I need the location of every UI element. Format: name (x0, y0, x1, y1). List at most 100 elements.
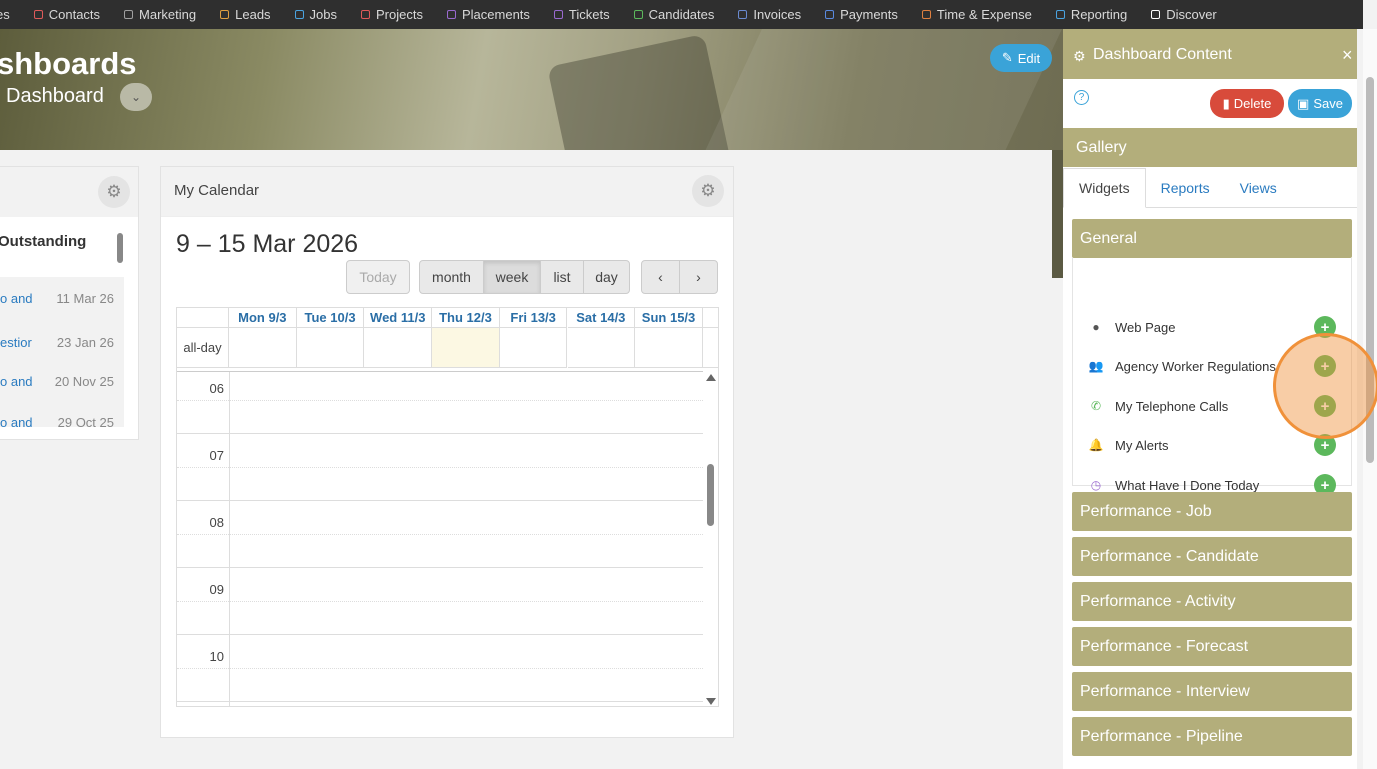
hour-row: 07 (177, 434, 703, 501)
chevron-down-icon: ⌄ (130, 90, 142, 104)
day-header[interactable]: Sun 15/3 (635, 308, 703, 328)
clock-icon: ◷ (1090, 478, 1102, 492)
half-hour-line (177, 467, 229, 468)
today-button[interactable]: Today (346, 260, 410, 294)
half-hour-line (229, 668, 703, 669)
week-view-button[interactable]: week (483, 260, 541, 294)
allday-cell[interactable] (635, 328, 703, 368)
widget-title: My Calendar (174, 182, 260, 199)
panel-header: ⚙ Dashboard Content × (1063, 29, 1357, 79)
gallery-section[interactable]: Performance - Activity (1072, 582, 1352, 621)
hour-label: 06 (209, 381, 224, 396)
day-header[interactable]: Fri 13/3 (499, 308, 568, 328)
scroll-thumb[interactable] (707, 464, 714, 526)
day-header[interactable]: Thu 12/3 (432, 308, 500, 328)
gallery-section[interactable]: Performance - Interview (1072, 672, 1352, 711)
nav-label: Invoices (753, 7, 802, 22)
list-item: o and 29 Oct 25 (0, 415, 124, 427)
allday-cell[interactable] (499, 328, 568, 368)
scroll-down-icon[interactable] (706, 698, 716, 705)
section-general[interactable]: General (1072, 219, 1352, 258)
widget-label: What Have I Done Today (1115, 477, 1260, 493)
widget-label: My Alerts (1115, 437, 1169, 453)
day-header[interactable]: Sat 14/3 (567, 308, 636, 328)
calendar-widget: My Calendar ⚙ 9 – 15 Mar 2026 Today mont… (160, 166, 734, 738)
nav-item[interactable]: es (0, 7, 10, 22)
nav-item[interactable]: Jobs (294, 7, 337, 22)
nav-icon (446, 10, 456, 19)
list-item: estior 23 Jan 26 (0, 335, 124, 350)
widget-header: My Calendar ⚙ (161, 167, 733, 217)
allday-cell[interactable] (364, 328, 433, 368)
hour-label: 08 (209, 515, 224, 530)
hero-edge (1052, 150, 1063, 278)
next-button[interactable]: › (679, 260, 718, 294)
gear-icon[interactable]: ⚙ (98, 176, 130, 208)
nav-item[interactable]: Projects (361, 7, 423, 22)
help-icon[interactable]: ? (1074, 90, 1089, 105)
click-highlight (1273, 333, 1377, 439)
gear-icon[interactable]: ⚙ (692, 175, 724, 207)
scroll-up-icon[interactable] (706, 374, 716, 381)
item-link[interactable]: o and (0, 374, 33, 389)
users-icon: 👥 (1088, 359, 1104, 373)
gallery-section[interactable]: Performance - Forecast (1072, 627, 1352, 666)
tab-views[interactable]: Views (1225, 168, 1292, 208)
item-link[interactable]: estior (0, 335, 32, 350)
save-button[interactable]: ▣ Save (1288, 89, 1352, 118)
day-header[interactable]: Wed 11/3 (364, 308, 433, 328)
delete-label: Delete (1233, 96, 1272, 111)
outstanding-widget: ⚙ Outstanding o and 11 Mar 26 estior 23 Jan… (0, 166, 139, 440)
day-header[interactable]: Tue 10/3 (296, 308, 365, 328)
half-hour-line (229, 534, 703, 535)
list-view-button[interactable]: list (540, 260, 584, 294)
item-link[interactable]: o and (0, 291, 33, 306)
nav-item[interactable]: Placements (446, 7, 530, 22)
day-header[interactable]: Mon 9/3 (229, 308, 297, 328)
half-hour-line (229, 400, 703, 401)
half-hour-line (177, 668, 229, 669)
gallery-section[interactable]: Performance - Pipeline (1072, 717, 1352, 756)
edit-button[interactable]: ✎ Edit (990, 44, 1052, 72)
calendar-range: 9 – 15 Mar 2026 (176, 230, 359, 258)
nav-item[interactable]: Payments (825, 7, 898, 22)
nav-item[interactable]: Leads (220, 7, 271, 22)
time-grid[interactable]: 06 07 08 09 10 (177, 371, 703, 706)
gallery-section[interactable]: Performance - Job (1072, 492, 1352, 531)
calendar-scrollbar[interactable] (703, 371, 718, 706)
day-view-button[interactable]: day (583, 260, 630, 294)
widget-scrollbar[interactable] (117, 233, 123, 263)
tab-reports[interactable]: Reports (1146, 168, 1225, 208)
nav-item[interactable]: Discover (1151, 7, 1217, 22)
nav-item[interactable]: Candidates (633, 7, 714, 22)
nav-label: Marketing (139, 7, 197, 22)
corner-cell (177, 308, 229, 328)
globe-icon: ● (1092, 320, 1100, 334)
allday-cell[interactable] (567, 328, 636, 368)
nav-item[interactable]: Time & Expense (921, 7, 1032, 22)
dashboard-dropdown-button[interactable]: ⌄ (120, 83, 152, 111)
nav-icon (921, 10, 931, 19)
allday-cell[interactable] (432, 328, 500, 368)
month-view-button[interactable]: month (419, 260, 484, 294)
page-title: shboards (0, 46, 137, 81)
prev-button[interactable]: ‹ (641, 260, 680, 294)
close-icon[interactable]: × (1342, 45, 1353, 66)
hour-label: 09 (209, 582, 224, 597)
nav-item[interactable]: Reporting (1055, 7, 1127, 22)
nav-icon (294, 10, 304, 19)
tab-widgets[interactable]: Widgets (1063, 168, 1146, 208)
nav-item[interactable]: Tickets (553, 7, 610, 22)
nav-item[interactable]: Invoices (738, 7, 801, 22)
delete-button[interactable]: ▮ Delete (1210, 89, 1284, 118)
item-link[interactable]: o and (0, 415, 33, 427)
widget-label: Web Page (1115, 319, 1176, 335)
week-grid: all-day 06 07 08 09 10 Mon 9/3 Tue 10/3 Wed 11… (176, 307, 719, 707)
nav-item[interactable]: Marketing (124, 7, 196, 22)
gallery-section[interactable]: Performance - Candidate (1072, 537, 1352, 576)
nav-icon (220, 10, 230, 19)
allday-cell[interactable] (229, 328, 297, 368)
nav-item[interactable]: Contacts (33, 7, 100, 22)
hour-row: 09 (177, 568, 703, 635)
allday-cell[interactable] (296, 328, 365, 368)
